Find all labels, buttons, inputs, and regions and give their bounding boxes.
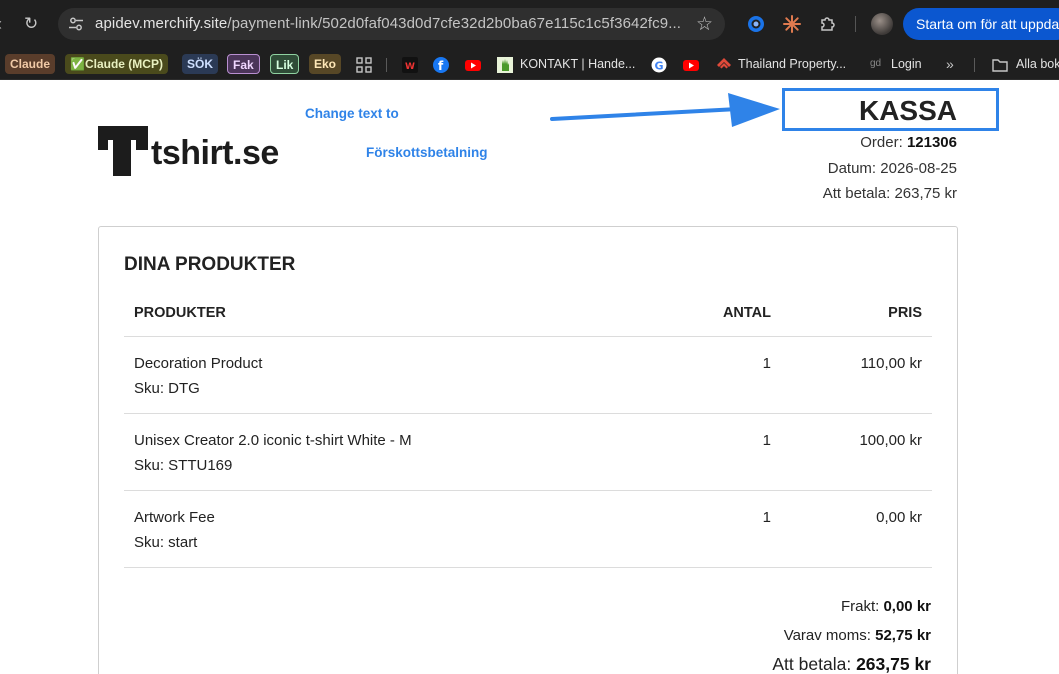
extensions-puzzle-icon[interactable] bbox=[818, 14, 838, 34]
to-pay-line: Att betala: 263,75 kr bbox=[823, 185, 957, 202]
product-sku: Sku: start bbox=[134, 534, 198, 551]
product-name: Unisex Creator 2.0 iconic t-shirt White … bbox=[134, 432, 412, 449]
annotation-line-1: Change text to bbox=[305, 106, 399, 121]
column-header-product: PRODUKTER bbox=[134, 305, 226, 321]
bookmarks-bar: Claude ✅Claude (MCP) SÖK Fak Lik Eko W f… bbox=[0, 48, 1059, 80]
row-divider bbox=[124, 490, 932, 491]
annotation-line-2: Förskottsbetalning bbox=[366, 145, 488, 160]
product-qty: 1 bbox=[762, 355, 771, 372]
product-price: 110,00 kr bbox=[860, 355, 922, 372]
svg-text:W: W bbox=[405, 62, 415, 72]
annotation-arrow-icon bbox=[550, 93, 780, 127]
row-divider bbox=[124, 413, 932, 414]
browser-toolbar: ‹ ↻ apidev.merchify.site/payment-link/50… bbox=[0, 0, 1059, 48]
column-header-qty: ANTAL bbox=[722, 305, 771, 321]
vat-value: 52,75 kr bbox=[875, 627, 931, 644]
product-qty: 1 bbox=[762, 432, 771, 449]
date-line: Datum: 2026-08-25 bbox=[828, 160, 957, 177]
product-name: Artwork Fee bbox=[134, 509, 215, 526]
reload-icon[interactable]: ↻ bbox=[24, 14, 38, 34]
shipping-total: Frakt: 0,00 kr bbox=[841, 598, 931, 615]
product-qty: 1 bbox=[762, 509, 771, 526]
product-name: Decoration Product bbox=[134, 355, 263, 372]
restart-update-button[interactable]: Starta om för att uppda bbox=[903, 8, 1059, 40]
more-bookmarks-chevron-icon[interactable]: » bbox=[946, 54, 954, 74]
product-price: 0,00 kr bbox=[876, 509, 922, 526]
bookmark-sok[interactable]: SÖK bbox=[182, 54, 219, 74]
extension-circle-icon[interactable] bbox=[746, 14, 766, 34]
product-price: 100,00 kr bbox=[859, 432, 922, 449]
page-title: KASSA bbox=[858, 95, 957, 126]
shipping-label: Frakt: bbox=[840, 598, 880, 615]
row-divider bbox=[124, 567, 932, 568]
apps-grid-icon[interactable] bbox=[356, 57, 372, 73]
profile-avatar[interactable] bbox=[871, 13, 893, 35]
order-line: Order: 121306 bbox=[860, 134, 957, 151]
bookmarks-divider-2 bbox=[974, 58, 975, 72]
folder-icon[interactable] bbox=[992, 57, 1008, 73]
product-sku: Sku: STTU169 bbox=[134, 457, 233, 474]
bookmark-eko[interactable]: Eko bbox=[309, 54, 342, 74]
bookmark-fak[interactable]: Fak bbox=[227, 54, 260, 74]
shipping-value: 0,00 kr bbox=[883, 598, 931, 615]
bookmark-lik[interactable]: Lik bbox=[270, 54, 300, 74]
products-heading: DINA PRODUKTER bbox=[124, 254, 296, 275]
date-value: 2026-08-25 bbox=[880, 160, 957, 177]
toolbar-divider bbox=[855, 16, 856, 32]
order-number: 121306 bbox=[906, 134, 957, 151]
grand-total-label: Att betala: bbox=[772, 654, 852, 674]
vat-label: Varav moms: bbox=[783, 627, 871, 644]
youtube-favicon-icon[interactable] bbox=[465, 57, 481, 73]
address-bar[interactable]: apidev.merchify.site/payment-link/502d0f… bbox=[58, 8, 725, 40]
bookmark-claude-mcp[interactable]: ✅Claude (MCP) bbox=[65, 54, 168, 74]
svg-text:G: G bbox=[655, 59, 664, 72]
bookmark-kontakt[interactable]: KONTAKT | Hande... bbox=[520, 54, 635, 74]
back-arrow-icon[interactable]: ‹ bbox=[0, 14, 2, 34]
bookmark-claude[interactable]: Claude bbox=[5, 54, 56, 74]
tshirt-logo-icon[interactable] bbox=[98, 126, 148, 176]
checkout-page: tshirt.se Change text to Förskottsbetaln… bbox=[0, 81, 1059, 674]
order-label: Order: bbox=[860, 134, 903, 151]
to-pay-value: 263,75 kr bbox=[894, 185, 957, 202]
header-divider bbox=[124, 336, 932, 337]
webflow-favicon-icon[interactable]: W bbox=[402, 57, 418, 73]
svg-text:f: f bbox=[438, 59, 444, 73]
url-text[interactable]: apidev.merchify.site/payment-link/502d0f… bbox=[95, 15, 681, 32]
logo-text[interactable]: tshirt.se bbox=[151, 134, 279, 173]
kontakt-hand-favicon-icon[interactable] bbox=[497, 57, 513, 73]
bookmark-star-icon[interactable]: ☆ bbox=[696, 13, 713, 36]
bookmark-login[interactable]: Login bbox=[891, 54, 922, 74]
bookmark-thailand-property[interactable]: Thailand Property... bbox=[738, 54, 846, 74]
youtube-favicon-icon-2[interactable] bbox=[683, 57, 699, 73]
to-pay-label: Att betala: bbox=[822, 185, 891, 202]
url-path: /payment-link/502d0faf043d0d7cfe32d2b0ba… bbox=[227, 15, 682, 32]
url-host: apidev.merchify.site bbox=[95, 15, 228, 32]
vat-total: Varav moms: 52,75 kr bbox=[784, 627, 931, 644]
claude-starburst-icon[interactable] bbox=[782, 14, 802, 34]
column-header-price: PRIS bbox=[888, 305, 922, 321]
site-settings-icon[interactable] bbox=[68, 16, 84, 32]
facebook-favicon-icon[interactable]: f bbox=[433, 57, 449, 73]
bookmarks-divider bbox=[386, 58, 387, 72]
product-sku: Sku: DTG bbox=[134, 380, 200, 397]
thailand-property-favicon-icon[interactable] bbox=[716, 57, 732, 73]
google-favicon-icon[interactable]: G bbox=[651, 57, 667, 73]
bookmark-all-bookmarks[interactable]: Alla bokmärken bbox=[1016, 54, 1059, 74]
login-favicon-icon[interactable]: gd bbox=[870, 54, 881, 74]
grand-total-value: 263,75 kr bbox=[856, 654, 931, 674]
products-card: DINA PRODUKTER PRODUKTER ANTAL PRIS Deco… bbox=[98, 226, 958, 674]
grand-total: Att betala: 263,75 kr bbox=[772, 654, 931, 674]
date-label: Datum: bbox=[827, 160, 877, 177]
